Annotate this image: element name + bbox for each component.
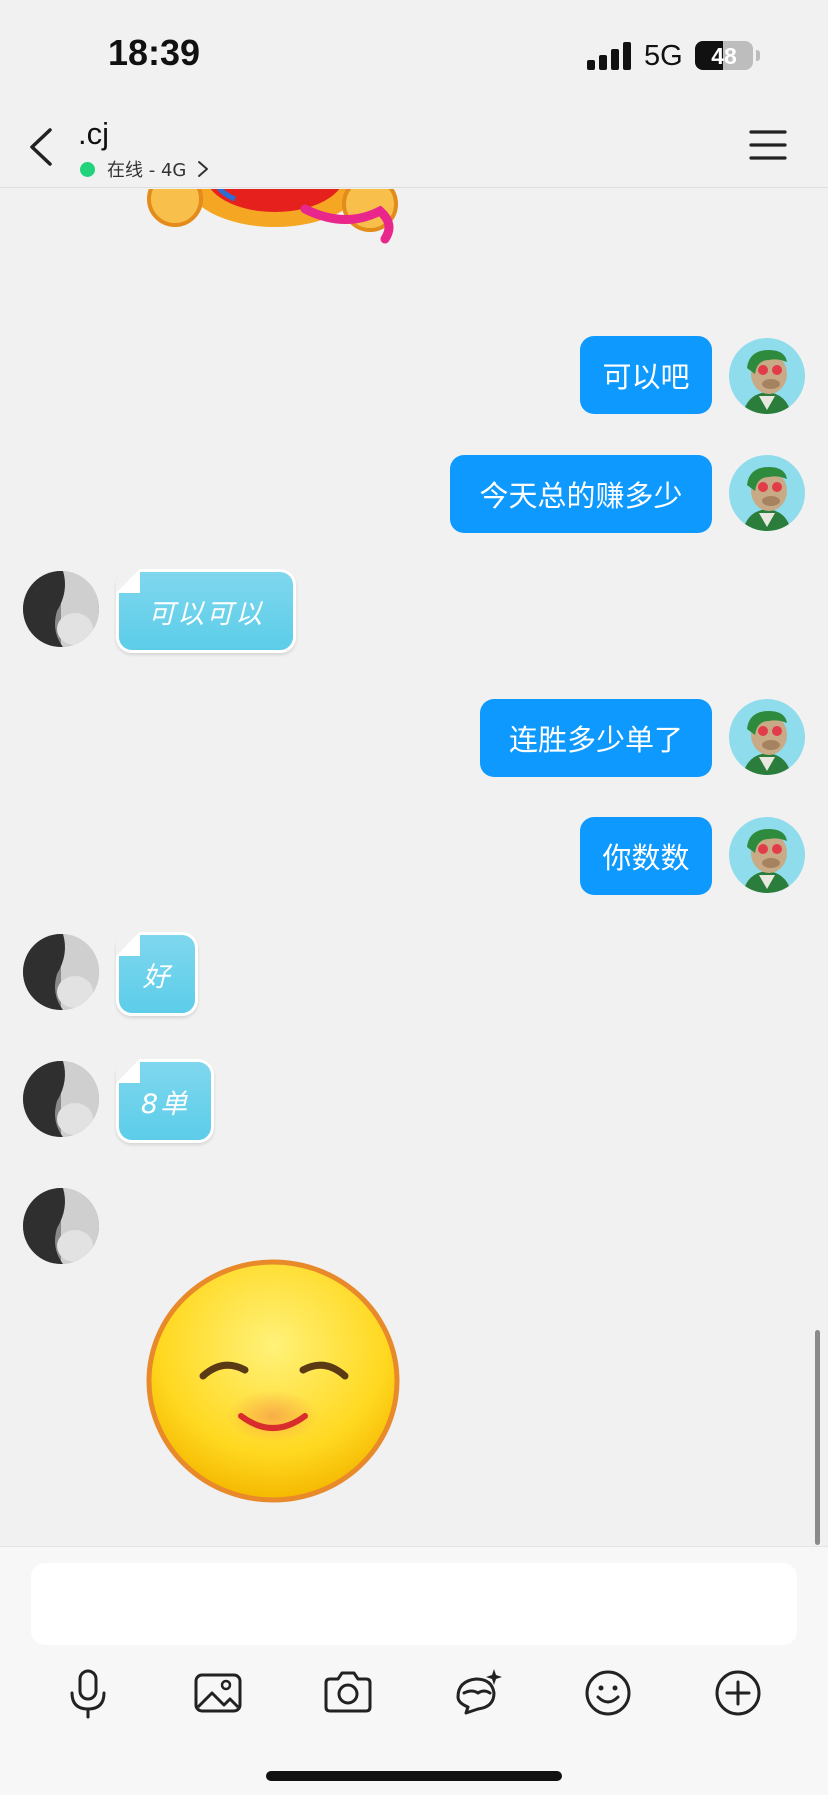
battery-tip <box>756 50 760 61</box>
chat-scrollbar[interactable] <box>815 1330 820 1545</box>
photo-button[interactable] <box>188 1663 248 1723</box>
ape-avatar-icon <box>729 699 805 775</box>
battery-level: 48 <box>711 43 737 69</box>
battery-icon: 48 <box>695 41 753 70</box>
voice-button[interactable] <box>58 1663 118 1723</box>
plus-icon <box>715 1670 761 1716</box>
profile-photo-icon <box>23 934 99 1010</box>
chat-header: .cj 在线 - 4G <box>0 110 828 188</box>
contact-avatar[interactable] <box>23 571 99 647</box>
my-avatar[interactable] <box>729 338 805 414</box>
microphone-icon <box>70 1669 106 1719</box>
message-bubble-outgoing[interactable]: 连胜多少单了 <box>480 699 712 777</box>
ai-assistant-icon <box>456 1669 502 1715</box>
menu-button[interactable] <box>748 128 788 162</box>
chevron-right-icon <box>198 161 209 177</box>
sticker-partial[interactable] <box>145 189 415 249</box>
back-button[interactable] <box>22 122 62 172</box>
more-button[interactable] <box>708 1663 768 1723</box>
profile-photo-icon <box>23 571 99 647</box>
profile-photo-icon <box>23 1188 99 1264</box>
message-bubble-incoming[interactable]: 8单 <box>116 1059 214 1143</box>
message-bubble-incoming[interactable]: 好 <box>116 932 198 1016</box>
contact-avatar[interactable] <box>23 1188 99 1264</box>
online-indicator <box>80 161 95 177</box>
contact-avatar[interactable] <box>23 1061 99 1137</box>
ape-avatar-icon <box>729 338 805 414</box>
profile-photo-icon <box>23 1061 99 1137</box>
message-bubble-incoming[interactable]: 可以可以 <box>116 569 296 653</box>
ai-button[interactable] <box>448 1663 508 1723</box>
camera-icon <box>324 1671 372 1713</box>
contact-avatar[interactable] <box>23 934 99 1010</box>
my-avatar[interactable] <box>729 699 805 775</box>
ape-avatar-icon <box>729 817 805 893</box>
message-bubble-outgoing[interactable]: 你数数 <box>580 817 712 895</box>
camera-button[interactable] <box>318 1663 378 1723</box>
contact-status-text: 在线 - 4G <box>107 160 187 181</box>
status-bar: 18:39 5G 48 <box>0 0 828 110</box>
my-avatar[interactable] <box>729 817 805 893</box>
hamburger-menu-icon <box>749 130 787 160</box>
status-time: 18:39 <box>108 32 201 73</box>
emoji-button[interactable] <box>578 1663 638 1723</box>
chat-messages[interactable]: 可以吧 今天总的赚多少 可以可以 连胜多少单了 你数数 好 8单 <box>0 189 828 1545</box>
emoji-icon <box>585 1670 631 1716</box>
contact-status[interactable]: 在线 - 4G <box>80 156 210 182</box>
network-type: 5G <box>644 40 683 72</box>
message-bubble-outgoing[interactable]: 今天总的赚多少 <box>450 455 712 533</box>
chevron-left-icon <box>30 128 52 166</box>
composer <box>0 1546 828 1795</box>
message-bubble-outgoing[interactable]: 可以吧 <box>580 336 712 414</box>
image-icon <box>194 1673 242 1713</box>
ape-avatar-icon <box>729 455 805 531</box>
home-indicator[interactable] <box>266 1771 562 1781</box>
smiling-emoji-sticker[interactable] <box>145 1258 401 1504</box>
message-input[interactable] <box>31 1563 797 1645</box>
contact-name[interactable]: .cj <box>78 116 109 152</box>
cellular-signal-icon <box>587 42 631 70</box>
my-avatar[interactable] <box>729 455 805 531</box>
